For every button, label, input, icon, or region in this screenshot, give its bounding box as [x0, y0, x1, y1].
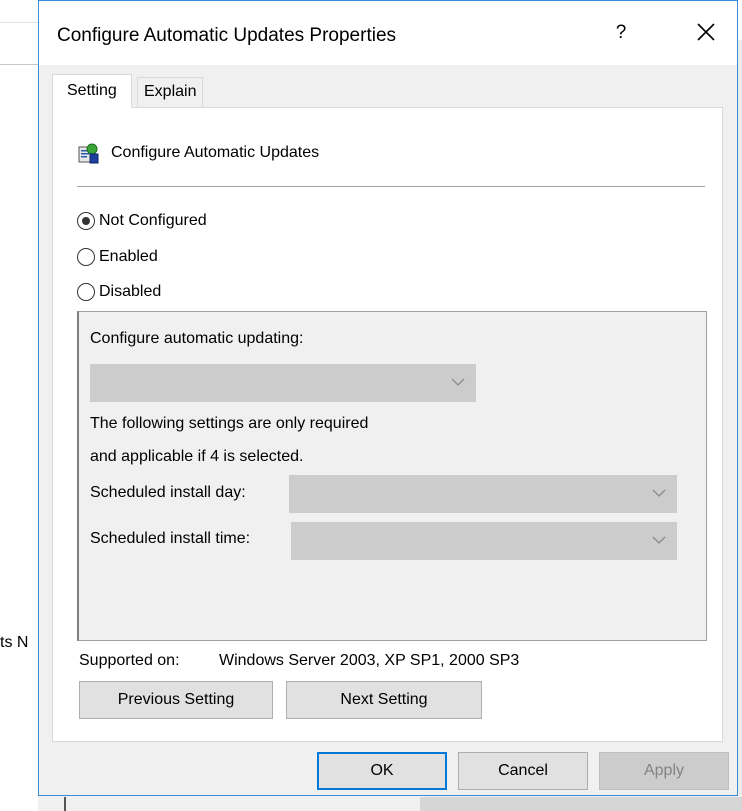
install-day-dropdown[interactable] [289, 475, 677, 513]
configure-updating-dropdown[interactable] [90, 364, 476, 402]
background-divider [0, 64, 38, 65]
radio-label: Enabled [99, 248, 158, 265]
install-time-label: Scheduled install time: [90, 530, 251, 547]
tab-explain[interactable]: Explain [137, 77, 204, 107]
radio-label: Disabled [99, 283, 162, 300]
radio-button[interactable] [77, 212, 95, 230]
background-text-fragment: ts N [0, 634, 29, 651]
ok-button[interactable]: OK [317, 752, 447, 790]
supported-on-value: Windows Server 2003, XP SP1, 2000 SP3 [219, 652, 520, 669]
radio-button[interactable] [77, 248, 95, 266]
tab-setting[interactable]: Setting [52, 74, 132, 108]
properties-dialog: Configure Automatic Updates Properties ?… [38, 0, 738, 796]
background-divider [0, 22, 38, 23]
dialog-title: Configure Automatic Updates Properties [57, 25, 397, 46]
policy-setting-icon [77, 142, 99, 164]
chevron-down-icon [451, 378, 465, 386]
radio-label: Not Configured [99, 212, 207, 229]
configure-updating-label: Configure automatic updating: [90, 330, 304, 347]
radio-not-configured[interactable]: Not Configured [77, 212, 207, 230]
radio-enabled[interactable]: Enabled [77, 248, 158, 266]
setting-panel: Configure Automatic Updates Not Configur… [52, 107, 723, 742]
separator [77, 186, 705, 187]
background-scrollbar [420, 797, 742, 811]
chevron-down-icon [652, 536, 666, 544]
background-column-divider [64, 797, 66, 811]
close-icon [697, 23, 715, 41]
radio-disabled[interactable]: Disabled [77, 283, 161, 301]
help-button[interactable]: ? [605, 15, 637, 51]
options-box: Configure automatic updating: The follow… [77, 311, 707, 641]
settings-note-line2: and applicable if 4 is selected. [90, 448, 304, 465]
previous-setting-button[interactable]: Previous Setting [79, 681, 273, 719]
close-button[interactable] [683, 15, 729, 51]
background-window-edge [738, 40, 742, 811]
supported-on-label: Supported on: [79, 652, 180, 669]
next-setting-button[interactable]: Next Setting [286, 681, 482, 719]
settings-note-line1: The following settings are only required [90, 415, 369, 432]
title-bar[interactable]: Configure Automatic Updates Properties ? [39, 1, 737, 65]
install-time-dropdown[interactable] [291, 522, 677, 560]
chevron-down-icon [652, 489, 666, 497]
policy-name: Configure Automatic Updates [111, 144, 320, 161]
radio-button[interactable] [77, 283, 95, 301]
background-window [0, 0, 38, 811]
install-day-label: Scheduled install day: [90, 484, 246, 501]
cancel-button[interactable]: Cancel [458, 752, 588, 790]
apply-button[interactable]: Apply [599, 752, 729, 790]
